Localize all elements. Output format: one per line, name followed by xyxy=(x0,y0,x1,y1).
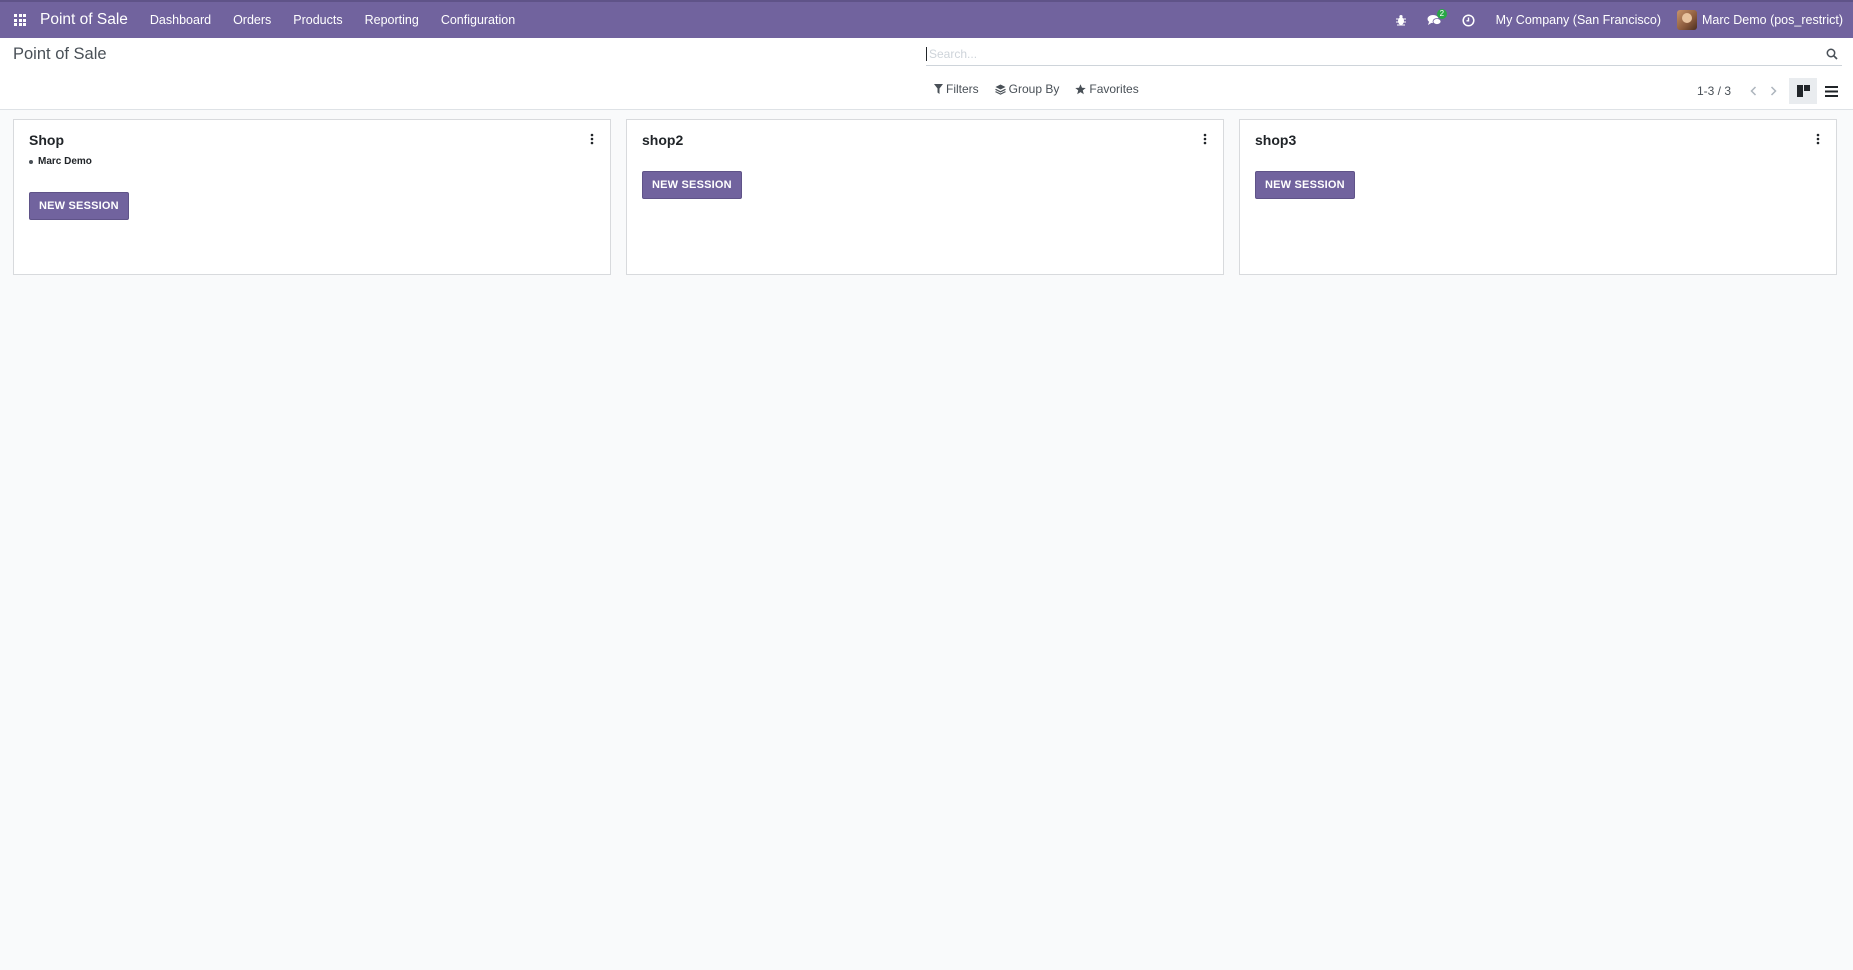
control-panel: Point of Sale Filters Group By xyxy=(0,38,1853,110)
clock-icon[interactable] xyxy=(1452,2,1486,38)
favorites-button[interactable]: Favorites xyxy=(1075,82,1139,96)
card-title: Shop xyxy=(29,132,64,148)
company-switcher[interactable]: My Company (San Francisco) xyxy=(1496,13,1661,27)
navbar-systray: 2 My Company (San Francisco) Marc Demo (… xyxy=(1384,2,1853,38)
pager-value[interactable]: 1-3 / 3 xyxy=(1697,84,1731,98)
filters-label: Filters xyxy=(946,82,979,96)
star-icon xyxy=(1075,83,1087,94)
filter-icon xyxy=(934,84,943,94)
user-menu[interactable]: Marc Demo (pos_restrict) xyxy=(1677,10,1843,30)
menu-reporting[interactable]: Reporting xyxy=(365,13,419,27)
top-navbar: Point of Sale Dashboard Orders Products … xyxy=(0,0,1853,38)
pos-card-shop: Shop Marc Demo NEW SESSION xyxy=(13,119,611,275)
chat-badge: 2 xyxy=(1436,9,1448,19)
card-user: Marc Demo xyxy=(29,156,595,167)
pager-previous-icon[interactable] xyxy=(1743,81,1763,101)
card-title: shop3 xyxy=(1255,132,1297,148)
group-by-button[interactable]: Group By xyxy=(994,82,1060,96)
user-name: Marc Demo (pos_restrict) xyxy=(1702,13,1843,27)
pos-card-shop3: shop3 NEW SESSION xyxy=(1239,119,1837,275)
layers-icon xyxy=(994,84,1006,95)
page-title: Point of Sale xyxy=(13,45,107,63)
chat-icon[interactable]: 2 xyxy=(1418,2,1452,38)
kanban-view-icon[interactable] xyxy=(1789,78,1817,104)
kebab-menu-icon[interactable] xyxy=(1812,132,1824,146)
pos-card-shop2: shop2 NEW SESSION xyxy=(626,119,1224,275)
new-session-button[interactable]: NEW SESSION xyxy=(1255,171,1355,199)
bug-icon[interactable] xyxy=(1384,2,1418,38)
pager-next-icon[interactable] xyxy=(1763,81,1783,101)
card-title: shop2 xyxy=(642,132,684,148)
new-session-button[interactable]: NEW SESSION xyxy=(642,171,742,199)
kanban-view: Shop Marc Demo NEW SESSION shop2 NEW SES… xyxy=(0,110,1853,275)
search-bar xyxy=(926,42,1842,66)
app-brand[interactable]: Point of Sale xyxy=(40,11,128,29)
kebab-menu-icon[interactable] xyxy=(586,132,598,146)
new-session-button[interactable]: NEW SESSION xyxy=(29,192,129,220)
card-user-name: Marc Demo xyxy=(38,156,92,167)
view-switcher xyxy=(1789,78,1845,104)
status-dot-icon xyxy=(29,159,33,164)
menu-products[interactable]: Products xyxy=(293,13,342,27)
menu-dashboard[interactable]: Dashboard xyxy=(150,13,211,27)
search-input[interactable] xyxy=(926,46,1823,61)
pager: 1-3 / 3 xyxy=(1697,81,1783,101)
favorites-label: Favorites xyxy=(1089,82,1139,96)
avatar xyxy=(1677,10,1697,30)
menu-orders[interactable]: Orders xyxy=(233,13,271,27)
group-by-label: Group By xyxy=(1008,82,1060,96)
search-options: Filters Group By Favorites xyxy=(934,82,1155,96)
apps-menu-icon[interactable] xyxy=(0,2,40,38)
menu-configuration[interactable]: Configuration xyxy=(441,13,515,27)
kebab-menu-icon[interactable] xyxy=(1199,132,1211,146)
list-view-icon[interactable] xyxy=(1817,78,1845,104)
filters-button[interactable]: Filters xyxy=(934,82,979,96)
search-icon[interactable] xyxy=(1822,44,1842,64)
